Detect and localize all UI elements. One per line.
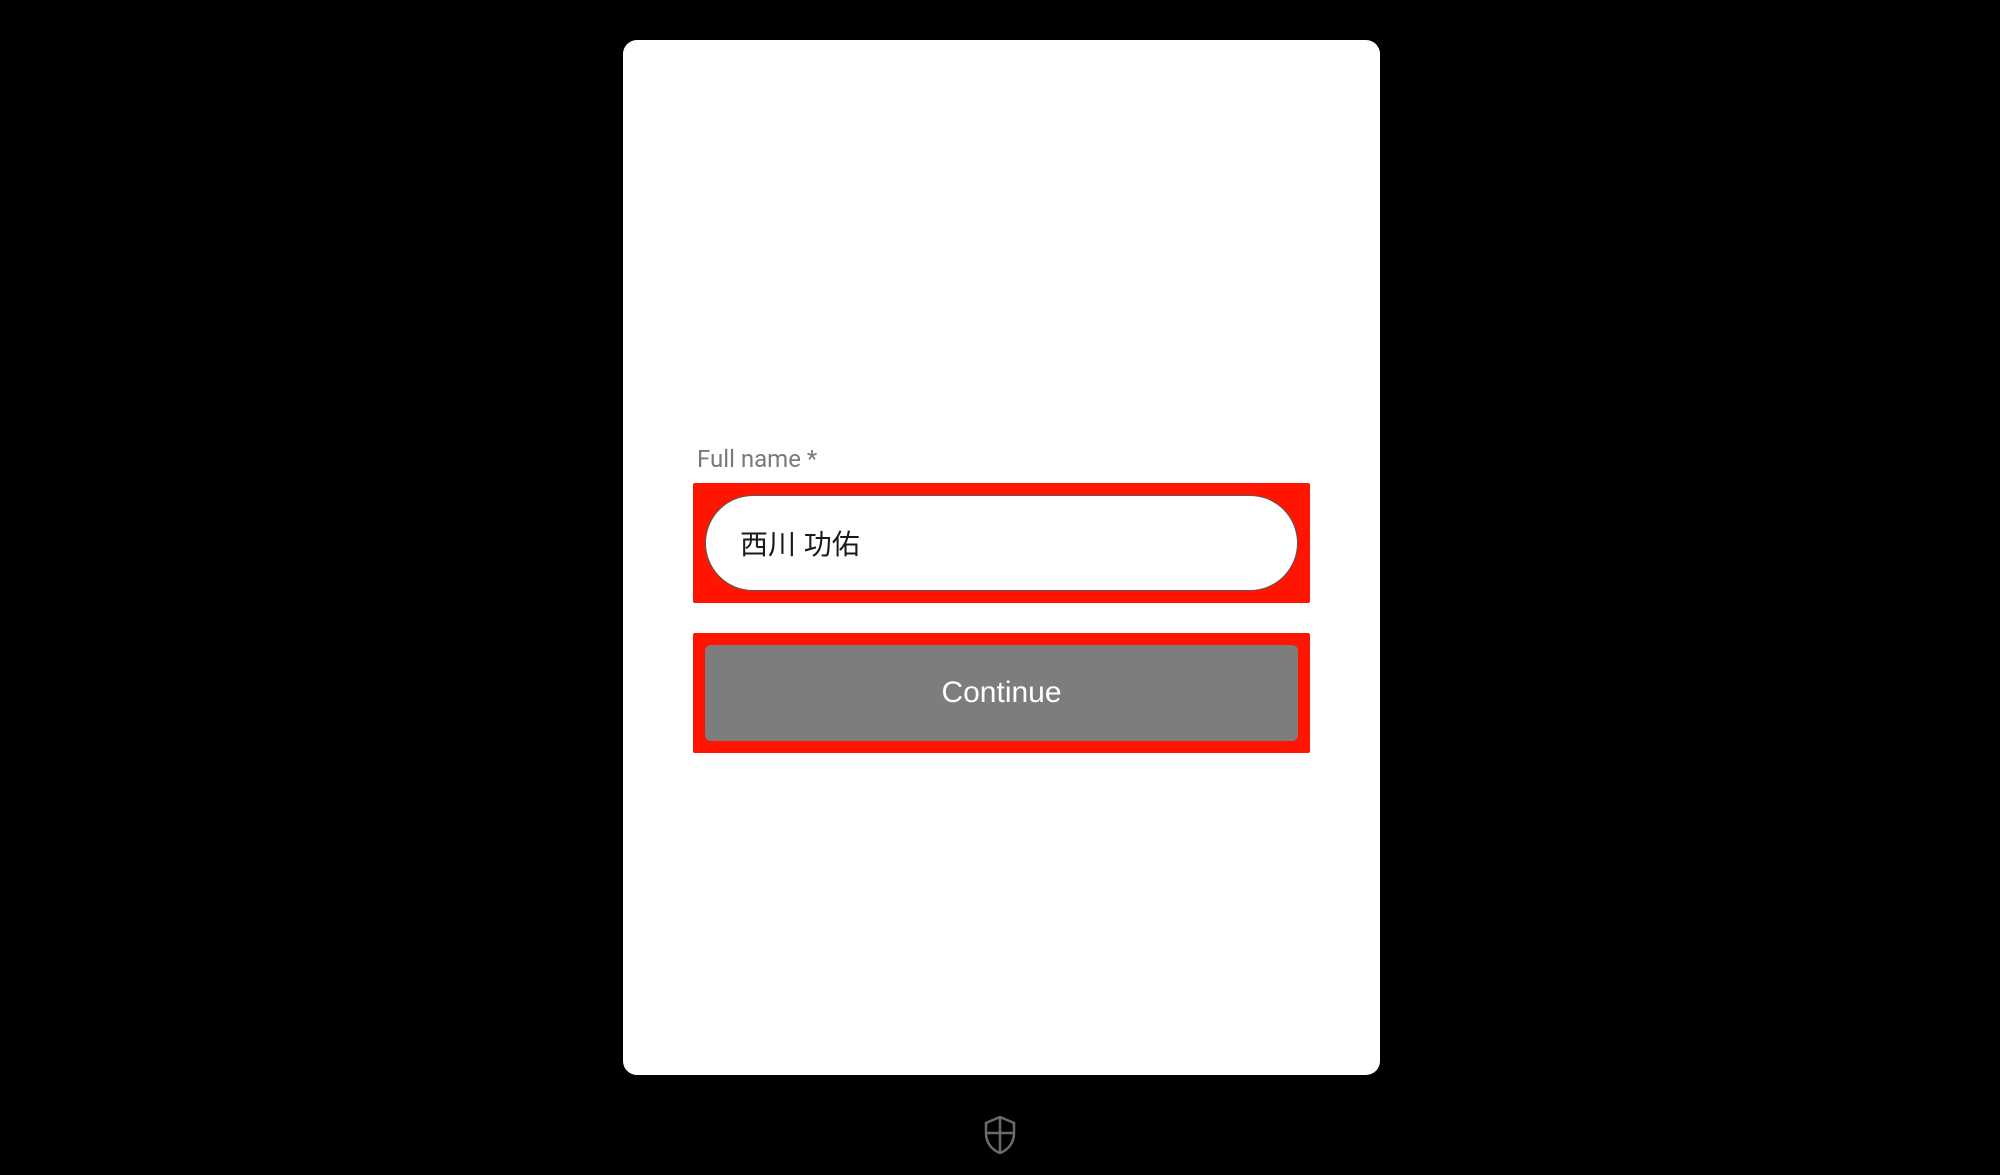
full-name-input[interactable] [705, 495, 1298, 591]
full-name-label: Full name * [693, 445, 1310, 473]
continue-highlight: Continue [693, 633, 1310, 753]
form-area: Full name * Continue [693, 445, 1310, 753]
shield-icon-svg [982, 1115, 1018, 1155]
button-row: Continue [693, 633, 1310, 753]
shield-icon [980, 1115, 1020, 1155]
continue-button[interactable]: Continue [705, 645, 1298, 741]
full-name-highlight [693, 483, 1310, 603]
signup-card: Full name * Continue [623, 40, 1380, 1075]
